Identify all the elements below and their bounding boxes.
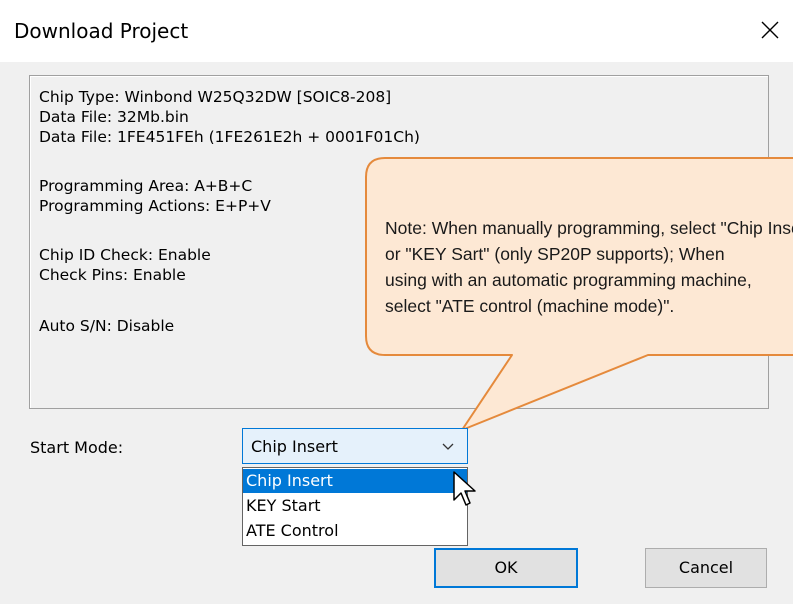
option-chip-insert[interactable]: Chip Insert (243, 469, 467, 493)
ok-button[interactable]: OK (434, 548, 578, 588)
auto-sn-text: Auto S/N: Disable (39, 317, 175, 335)
data-file-name-text: Data File: 32Mb.bin (39, 108, 189, 126)
option-key-start[interactable]: KEY Start (243, 494, 467, 518)
check-pins-text: Check Pins: Enable (39, 266, 186, 284)
close-button[interactable] (752, 12, 788, 48)
title-bar: Download Project (0, 0, 793, 62)
chip-id-check-text: Chip ID Check: Enable (39, 246, 211, 264)
close-icon (761, 21, 779, 39)
cancel-button[interactable]: Cancel (645, 548, 767, 588)
start-mode-selected-value: Chip Insert (251, 437, 338, 456)
start-mode-label: Start Mode: (30, 438, 124, 457)
window-title: Download Project (14, 19, 189, 43)
download-project-dialog: Download Project Chip Type: Winbond W25Q… (0, 0, 793, 604)
chip-type-text: Chip Type: Winbond W25Q32DW [SOIC8-208] (39, 88, 392, 106)
start-mode-select[interactable]: Chip Insert (242, 428, 468, 464)
data-file-checksum-text: Data File: 1FE451FEh (1FE261E2h + 0001F0… (39, 128, 420, 146)
option-ate-control[interactable]: ATE Control (243, 519, 467, 543)
programming-actions-text: Programming Actions: E+P+V (39, 197, 271, 215)
programming-area-text: Programming Area: A+B+C (39, 177, 253, 195)
start-mode-dropdown-list: Chip Insert KEY Start ATE Control (242, 467, 468, 546)
chevron-down-icon (442, 443, 454, 450)
project-info-panel: Chip Type: Winbond W25Q32DW [SOIC8-208] … (29, 75, 769, 409)
